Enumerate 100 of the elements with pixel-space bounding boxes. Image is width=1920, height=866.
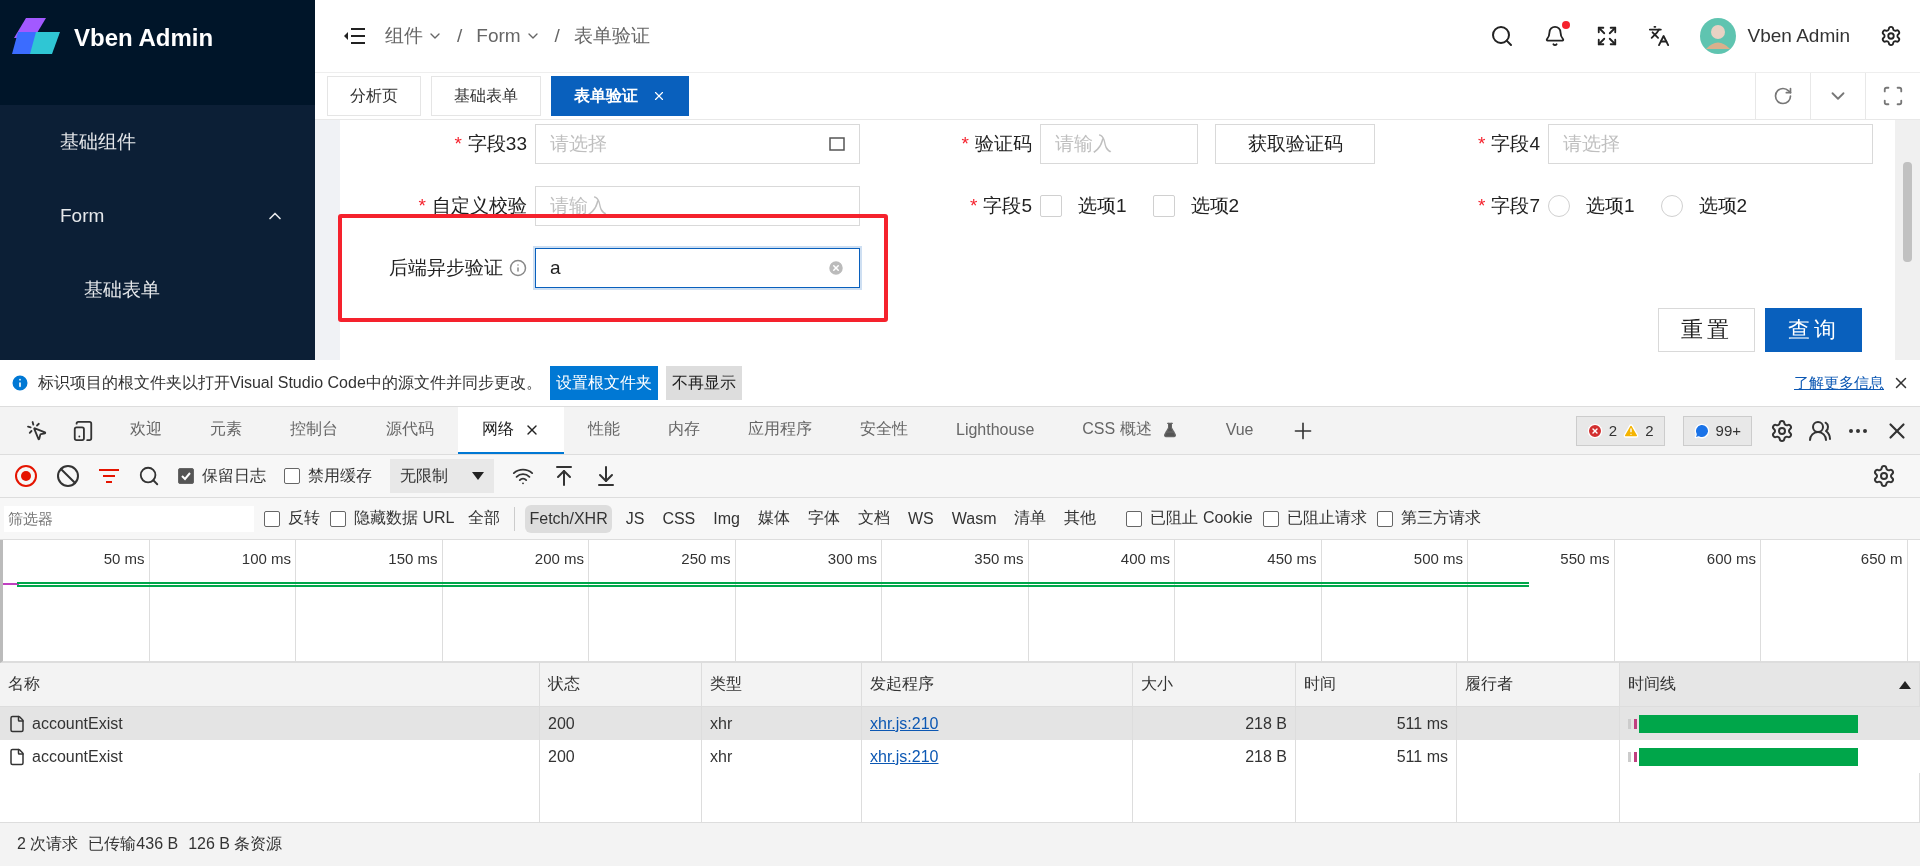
- inspect-icon[interactable]: [26, 419, 48, 442]
- checkbox[interactable]: 禁用缓存: [284, 465, 372, 487]
- label-text: 字段7: [1491, 194, 1540, 218]
- checkbox-option[interactable]: 选项1: [1040, 193, 1127, 219]
- devtools-tab[interactable]: 元素: [186, 407, 266, 454]
- issues-counter[interactable]: 2 2: [1575, 415, 1665, 446]
- type-filter[interactable]: JS: [621, 504, 649, 533]
- refresh-icon[interactable]: [1773, 86, 1793, 106]
- tick-label: 400 ms: [1120, 550, 1170, 567]
- avatar: [1699, 18, 1736, 54]
- settings-icon[interactable]: [1872, 464, 1896, 488]
- record-icon[interactable]: [14, 464, 38, 488]
- devtools-tab[interactable]: Lighthouse: [932, 407, 1059, 454]
- menu-fold-icon[interactable]: [343, 27, 365, 45]
- devtools-tab[interactable]: 欢迎: [106, 407, 186, 454]
- translate-icon[interactable]: [1647, 25, 1670, 47]
- warning-icon: [1623, 422, 1640, 439]
- breadcrumb-separator: /: [554, 25, 560, 47]
- people-icon[interactable]: [1808, 418, 1832, 443]
- bell-icon[interactable]: [1543, 25, 1566, 47]
- type-filter[interactable]: Fetch/XHR: [525, 504, 612, 533]
- search-icon[interactable]: [1489, 24, 1514, 48]
- breadcrumb-item[interactable]: 表单验证: [573, 23, 650, 49]
- code-button[interactable]: 获取验证码: [1215, 124, 1375, 164]
- scrollbar-thumb[interactable]: [1903, 162, 1912, 262]
- devtools-tab[interactable]: Vue: [1201, 407, 1278, 454]
- file-icon: [8, 747, 26, 766]
- type-filter[interactable]: 其他: [1060, 504, 1101, 533]
- learn-more-link[interactable]: 了解更多信息: [1794, 373, 1884, 393]
- checkbox[interactable]: 第三方请求: [1376, 508, 1481, 529]
- tick-label: 350 ms: [974, 550, 1024, 567]
- devtools-tab[interactable]: 安全性: [836, 407, 932, 454]
- reset-button[interactable]: 重置: [1658, 308, 1755, 352]
- initiator-link[interactable]: xhr.js:210: [870, 747, 939, 766]
- warning-count: 2: [1645, 422, 1654, 439]
- menu-item[interactable]: 基础组件: [0, 105, 315, 179]
- checkbox[interactable]: 已阻止 Cookie: [1126, 508, 1253, 529]
- user-name[interactable]: Vben Admin: [1747, 25, 1850, 47]
- set-root-button[interactable]: 设置根文件夹: [549, 366, 658, 400]
- devtools-tab[interactable]: 源代码: [362, 407, 458, 454]
- clear-icon[interactable]: [56, 464, 80, 488]
- checkbox[interactable]: 反转: [264, 508, 320, 529]
- column-header[interactable]: 名称: [0, 663, 540, 707]
- dismiss-button[interactable]: 不再显示: [665, 366, 742, 400]
- type-filter[interactable]: Img: [709, 504, 744, 533]
- breadcrumb-item[interactable]: Form: [476, 25, 541, 47]
- devtools-tab[interactable]: CSS 概述: [1058, 407, 1202, 454]
- device-icon[interactable]: [72, 419, 94, 442]
- page-tab[interactable]: 基础表单: [431, 76, 541, 116]
- page-tab[interactable]: 分析页: [327, 76, 421, 116]
- radio-option[interactable]: 选项2: [1660, 193, 1748, 219]
- name-cell[interactable]: accountExist: [0, 707, 540, 740]
- info-message: 标识项目的根文件夹以打开Visual Studio Code中的源文件并同步更改。: [38, 372, 542, 393]
- devtools-tab[interactable]: 应用程序: [724, 407, 836, 454]
- type-filter[interactable]: 字体: [803, 504, 844, 533]
- column-header[interactable]: 发起程序: [862, 663, 1133, 707]
- type-filter[interactable]: 清单: [1010, 504, 1051, 533]
- error-icon: [1586, 422, 1603, 439]
- column-header[interactable]: 履行者: [1457, 663, 1620, 707]
- type-filter[interactable]: 媒体: [753, 504, 794, 533]
- page-tab[interactable]: 表单验证: [551, 76, 689, 116]
- type-filter[interactable]: 全部: [464, 504, 505, 533]
- checkbox[interactable]: 保留日志: [178, 465, 266, 487]
- column-header[interactable]: 大小: [1133, 663, 1296, 707]
- search-icon[interactable]: [138, 465, 160, 487]
- menu-item[interactable]: Form: [0, 179, 315, 253]
- type-filter[interactable]: CSS: [658, 504, 700, 533]
- type-filter[interactable]: WS: [903, 504, 938, 533]
- checkbox[interactable]: 隐藏数据 URL: [330, 508, 455, 529]
- checkbox-option[interactable]: 选项2: [1152, 193, 1240, 219]
- column-header[interactable]: 时间线: [1620, 663, 1920, 707]
- type-filter[interactable]: Wasm: [947, 504, 1001, 533]
- input-field[interactable]: a: [535, 248, 860, 288]
- settings-icon[interactable]: [1770, 418, 1794, 443]
- column-header[interactable]: 状态: [540, 663, 702, 707]
- column-header[interactable]: 时间: [1296, 663, 1457, 707]
- devtools-tab[interactable]: 控制台: [266, 407, 362, 454]
- devtools-tab[interactable]: 内存: [644, 407, 724, 454]
- close-icon[interactable]: [652, 89, 666, 103]
- initiator-link[interactable]: xhr.js:210: [870, 714, 939, 733]
- file-icon: [8, 714, 26, 733]
- filter-icon[interactable]: [98, 467, 120, 485]
- table-cell: 511 ms: [1296, 707, 1457, 740]
- devtools-tab[interactable]: 网络: [458, 407, 564, 454]
- devtools-tab[interactable]: 性能: [564, 407, 644, 454]
- messages-counter[interactable]: 99+: [1682, 415, 1752, 446]
- settings-icon[interactable]: [1880, 25, 1902, 47]
- checkbox[interactable]: 已阻止请求: [1262, 508, 1367, 529]
- query-button[interactable]: 查询: [1765, 308, 1862, 352]
- label-text: 字段33: [467, 132, 527, 156]
- filter-field[interactable]: 筛选器: [4, 505, 254, 532]
- radio-option[interactable]: 选项1: [1548, 193, 1635, 219]
- menu-item[interactable]: 基础表单: [0, 253, 315, 327]
- throttling-select[interactable]: 无限制: [390, 459, 494, 493]
- fullscreen-icon[interactable]: [1595, 25, 1618, 47]
- type-filter[interactable]: 文档: [853, 504, 894, 533]
- column-header[interactable]: 类型: [702, 663, 862, 707]
- square-icon: [829, 137, 845, 151]
- required-mark: *: [1478, 195, 1486, 217]
- breadcrumb-item[interactable]: 组件: [385, 23, 443, 49]
